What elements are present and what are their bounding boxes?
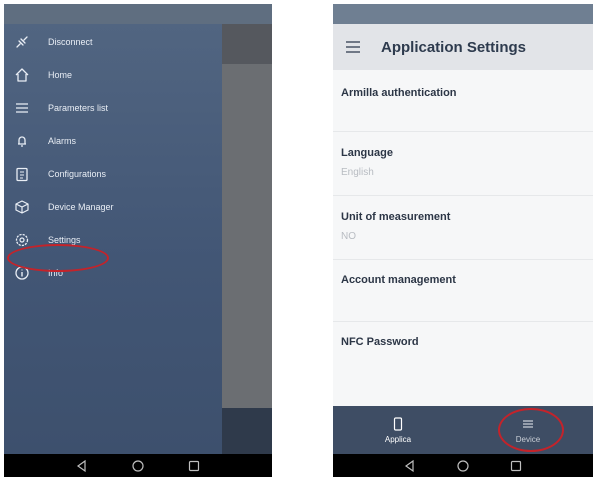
menu-item-label: Alarms (48, 136, 77, 146)
menu-item-label: Info (48, 268, 64, 278)
status-bar (333, 4, 593, 24)
recents-icon[interactable] (509, 459, 523, 473)
settings-list: Armilla authentication Language English … (333, 70, 593, 406)
phone-icon (393, 416, 403, 431)
back-icon[interactable] (75, 459, 89, 473)
bottom-nav-applica[interactable]: Applica (333, 406, 463, 454)
setting-label: NFC Password (341, 336, 419, 348)
setting-value: NO (341, 231, 356, 242)
menu-item-label: Settings (48, 235, 81, 245)
bottom-navigation: Applica Device (333, 406, 593, 454)
menu-item-configurations[interactable]: Configurations (4, 160, 222, 188)
back-icon[interactable] (403, 459, 417, 473)
list-icon (14, 100, 30, 116)
menu-item-settings[interactable]: Settings (4, 226, 222, 254)
navigation-drawer: Disconnect Home Parameters list Alarms C… (4, 24, 222, 454)
bottom-nav-label: Device (515, 434, 541, 444)
menu-item-disconnect[interactable]: Disconnect (4, 28, 222, 56)
home-circle-icon[interactable] (456, 459, 470, 473)
box-icon (14, 199, 30, 215)
page-title: Application Settings (381, 38, 527, 56)
menu-item-info[interactable]: Info (4, 259, 222, 287)
menu-item-label: Home (48, 70, 73, 80)
setting-armilla-authentication[interactable]: Armilla authentication (333, 70, 593, 132)
app-bar: Application Settings (333, 24, 593, 70)
bottom-nav-label: Applica (384, 434, 412, 444)
menu-item-home[interactable]: Home (4, 61, 222, 89)
hamburger-menu-icon[interactable] (345, 40, 361, 54)
recents-icon[interactable] (187, 459, 201, 473)
menu-item-alarms[interactable]: Alarms (4, 127, 222, 155)
home-icon (14, 67, 30, 83)
setting-unit-of-measurement[interactable]: Unit of measurement NO (333, 196, 593, 260)
drawer-scrim[interactable] (222, 64, 272, 408)
setting-account-management[interactable]: Account management (333, 260, 593, 322)
left-phone-screen: Disconnect Home Parameters list Alarms C… (4, 4, 272, 477)
setting-label: Language (341, 147, 393, 159)
clipboard-icon (14, 166, 30, 182)
status-bar (4, 4, 272, 24)
menu-item-device-manager[interactable]: Device Manager (4, 193, 222, 221)
menu-item-label: Configurations (48, 169, 107, 179)
bottom-bar-behind-drawer (222, 408, 272, 454)
bottom-nav-device[interactable]: Device (463, 406, 593, 454)
system-nav-bar (4, 454, 272, 477)
menu-item-label: Device Manager (48, 202, 114, 212)
bell-icon (14, 133, 30, 149)
setting-nfc-password[interactable]: NFC Password (333, 322, 593, 392)
gear-icon (14, 232, 30, 248)
system-nav-bar (333, 454, 593, 477)
menu-icon (523, 419, 533, 428)
setting-value: English (341, 167, 374, 178)
setting-language[interactable]: Language English (333, 132, 593, 196)
disconnect-icon (14, 34, 30, 50)
home-circle-icon[interactable] (131, 459, 145, 473)
menu-item-label: Disconnect (48, 37, 93, 47)
setting-label: Account management (341, 274, 456, 286)
app-toolbar-behind-drawer (222, 24, 272, 64)
info-icon (14, 265, 30, 281)
menu-item-parameters-list[interactable]: Parameters list (4, 94, 222, 122)
menu-item-label: Parameters list (48, 103, 109, 113)
right-phone-screen: Application Settings Armilla authenticat… (333, 4, 593, 477)
setting-label: Unit of measurement (341, 211, 451, 223)
setting-label: Armilla authentication (341, 87, 457, 99)
